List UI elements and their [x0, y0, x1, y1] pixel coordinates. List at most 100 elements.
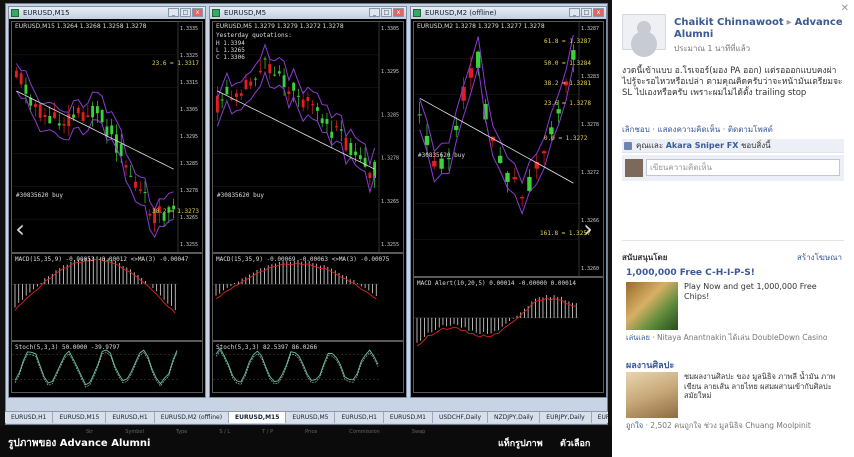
candle-body	[571, 50, 576, 60]
candle-body	[249, 81, 253, 86]
candle-body	[81, 112, 85, 121]
options-button[interactable]: ตัวเลือก	[560, 436, 590, 450]
candle-body	[273, 74, 276, 76]
previous-photo-arrow[interactable]: ‹	[10, 215, 30, 243]
minimize-icon[interactable]: _	[569, 8, 580, 17]
candle-body	[476, 51, 481, 68]
stoch-label: Stoch(5,3,3) 82.5397 86.0266	[216, 344, 318, 351]
price-tick: 1.3278	[581, 122, 599, 128]
fib-label: 23.6 = 1.3278	[544, 100, 591, 107]
trading-platform: EURUSD,M15 _ □ x 1.3335 1.3325 1.3315 1.3305 1.…	[5, 3, 608, 425]
candle-body	[110, 125, 114, 135]
chart-tab[interactable]: EURUSD,M15	[53, 412, 107, 423]
candle-body	[67, 113, 71, 127]
maximize-icon[interactable]: □	[381, 8, 392, 17]
candle-body	[358, 155, 362, 160]
maximize-icon[interactable]: □	[180, 8, 191, 17]
ad-image[interactable]	[626, 282, 678, 330]
candle-body	[424, 135, 430, 146]
candle-body	[330, 131, 334, 138]
chart-tab[interactable]: NZDJPY,Daily	[488, 412, 541, 423]
chart-tab[interactable]: EURUSD,H1	[5, 412, 54, 423]
divider	[622, 240, 844, 241]
price-pane: 1.3305 1.3295 1.3285 1.3278 1.3265 1.3255 EURU…	[212, 21, 404, 253]
candle-body	[549, 127, 554, 135]
close-icon[interactable]: x	[393, 8, 404, 17]
price-tick: 1.3272	[581, 170, 599, 176]
chart-tab[interactable]: EURUSD,M1	[384, 412, 433, 423]
price-tick: 1.3287	[581, 26, 599, 32]
candle-body	[339, 129, 343, 131]
candle-body	[138, 189, 142, 191]
minimize-icon[interactable]: _	[168, 8, 179, 17]
chart-tab[interactable]: EURUSD,M2 (offline)	[155, 412, 230, 423]
chart-tab[interactable]: EURUSD,M15	[229, 412, 287, 423]
chart-tab[interactable]: EURUSD,H1	[335, 412, 384, 423]
candle-body	[373, 161, 377, 179]
chart-tab[interactable]: EURJPY,Daily	[540, 412, 592, 423]
candle-body	[277, 71, 281, 74]
candle-body	[296, 95, 300, 97]
post-timestamp[interactable]: ประมาณ 1 นาทีที่แล้ว	[674, 42, 750, 55]
comment-input[interactable]: เขียนความคิดเห็น	[646, 159, 840, 176]
chart-tab[interactable]: USDCHF,Daily	[433, 412, 489, 423]
owner-name[interactable]: Chaikit Chinnawoot	[674, 17, 784, 28]
close-icon[interactable]: x	[593, 8, 604, 17]
minimize-icon[interactable]: _	[369, 8, 380, 17]
sponsored-heading: สนับสนุนโดย	[622, 253, 668, 262]
next-photo-arrow[interactable]: ›	[578, 215, 598, 243]
price-tick: 1.3305	[180, 107, 198, 113]
candle-body	[505, 172, 510, 182]
liker-name[interactable]: Akara Sniper FX	[666, 141, 739, 150]
terminal-column-header: S / L	[219, 429, 231, 435]
terminal-column-header: Price	[305, 429, 318, 435]
thumbs-up-icon	[624, 142, 632, 150]
price-tick: 1.3335	[180, 26, 198, 32]
quote-close: C 1.3306	[216, 54, 245, 61]
candle-body	[148, 213, 152, 216]
close-icon[interactable]: ✕	[841, 3, 849, 14]
avatar[interactable]	[622, 14, 666, 50]
maximize-icon[interactable]: □	[581, 8, 592, 17]
ad-like-action[interactable]: ถูกใจ	[626, 421, 643, 430]
create-ad-link[interactable]: สร้างโฆษณา	[797, 251, 842, 264]
terminal-column-header: Swap	[411, 429, 426, 435]
candle-body	[311, 104, 315, 106]
candle-body	[541, 151, 547, 154]
ad-like-action[interactable]: เล่นเลย	[626, 333, 650, 342]
candle-body	[439, 158, 444, 169]
candle-body	[62, 123, 66, 126]
candle-body	[105, 126, 109, 136]
window-title: EURUSD,M5	[224, 9, 267, 17]
candle-body	[363, 157, 367, 167]
chart-tab[interactable]: EURUSD,Weekly	[592, 412, 608, 423]
chart-tab[interactable]: EURUSD,M5	[286, 412, 336, 423]
tag-photo-button[interactable]: แท็กรูปภาพ	[498, 436, 543, 450]
ad-title[interactable]: 1,000,000 Free C-H-I-P-S!	[626, 268, 755, 278]
candle-body	[417, 114, 422, 116]
post-actions[interactable]: เลิกชอบ · แสดงความคิดเห็น · ติดตามโพสต์	[622, 123, 773, 136]
candle-body	[556, 109, 561, 114]
ad-image[interactable]	[626, 372, 678, 418]
macd-chart	[414, 295, 579, 347]
price-tick: 1.3315	[180, 80, 198, 86]
signal-line	[416, 297, 577, 347]
price-tick: 1.3255	[381, 242, 399, 248]
ad-social: เล่นเลย · Nitaya Anantnakin ได้เล่น Doub…	[626, 333, 844, 343]
chart-window-m2: EURUSD,M2 (offline) _ □ x 1.3287 1.3283 1.327…	[410, 6, 607, 398]
stoch-label: Stoch(5,3,3) 50.0000 -39.9797	[15, 344, 120, 351]
chart-tab[interactable]: EURUSD,H1	[106, 412, 155, 423]
candle-body	[432, 160, 437, 167]
ad-title[interactable]: ผลงานศิลปะ	[626, 358, 674, 372]
macd-pane: MACD(15,35,9) -0.00053 -0.00012 <>MA(3) …	[11, 253, 203, 341]
candle-body	[454, 125, 459, 130]
terminal-column-header: T / P	[262, 429, 274, 435]
candle-body	[468, 68, 474, 78]
order-label: #30835620 buy	[16, 192, 63, 199]
close-icon[interactable]: x	[192, 8, 203, 17]
candle-body	[43, 114, 47, 117]
candle-body	[34, 104, 37, 108]
album-caption[interactable]: รูปภาพของ Advance Alumni	[8, 436, 150, 451]
candle-body	[306, 97, 310, 101]
window-title: EURUSD,M15	[23, 9, 70, 17]
